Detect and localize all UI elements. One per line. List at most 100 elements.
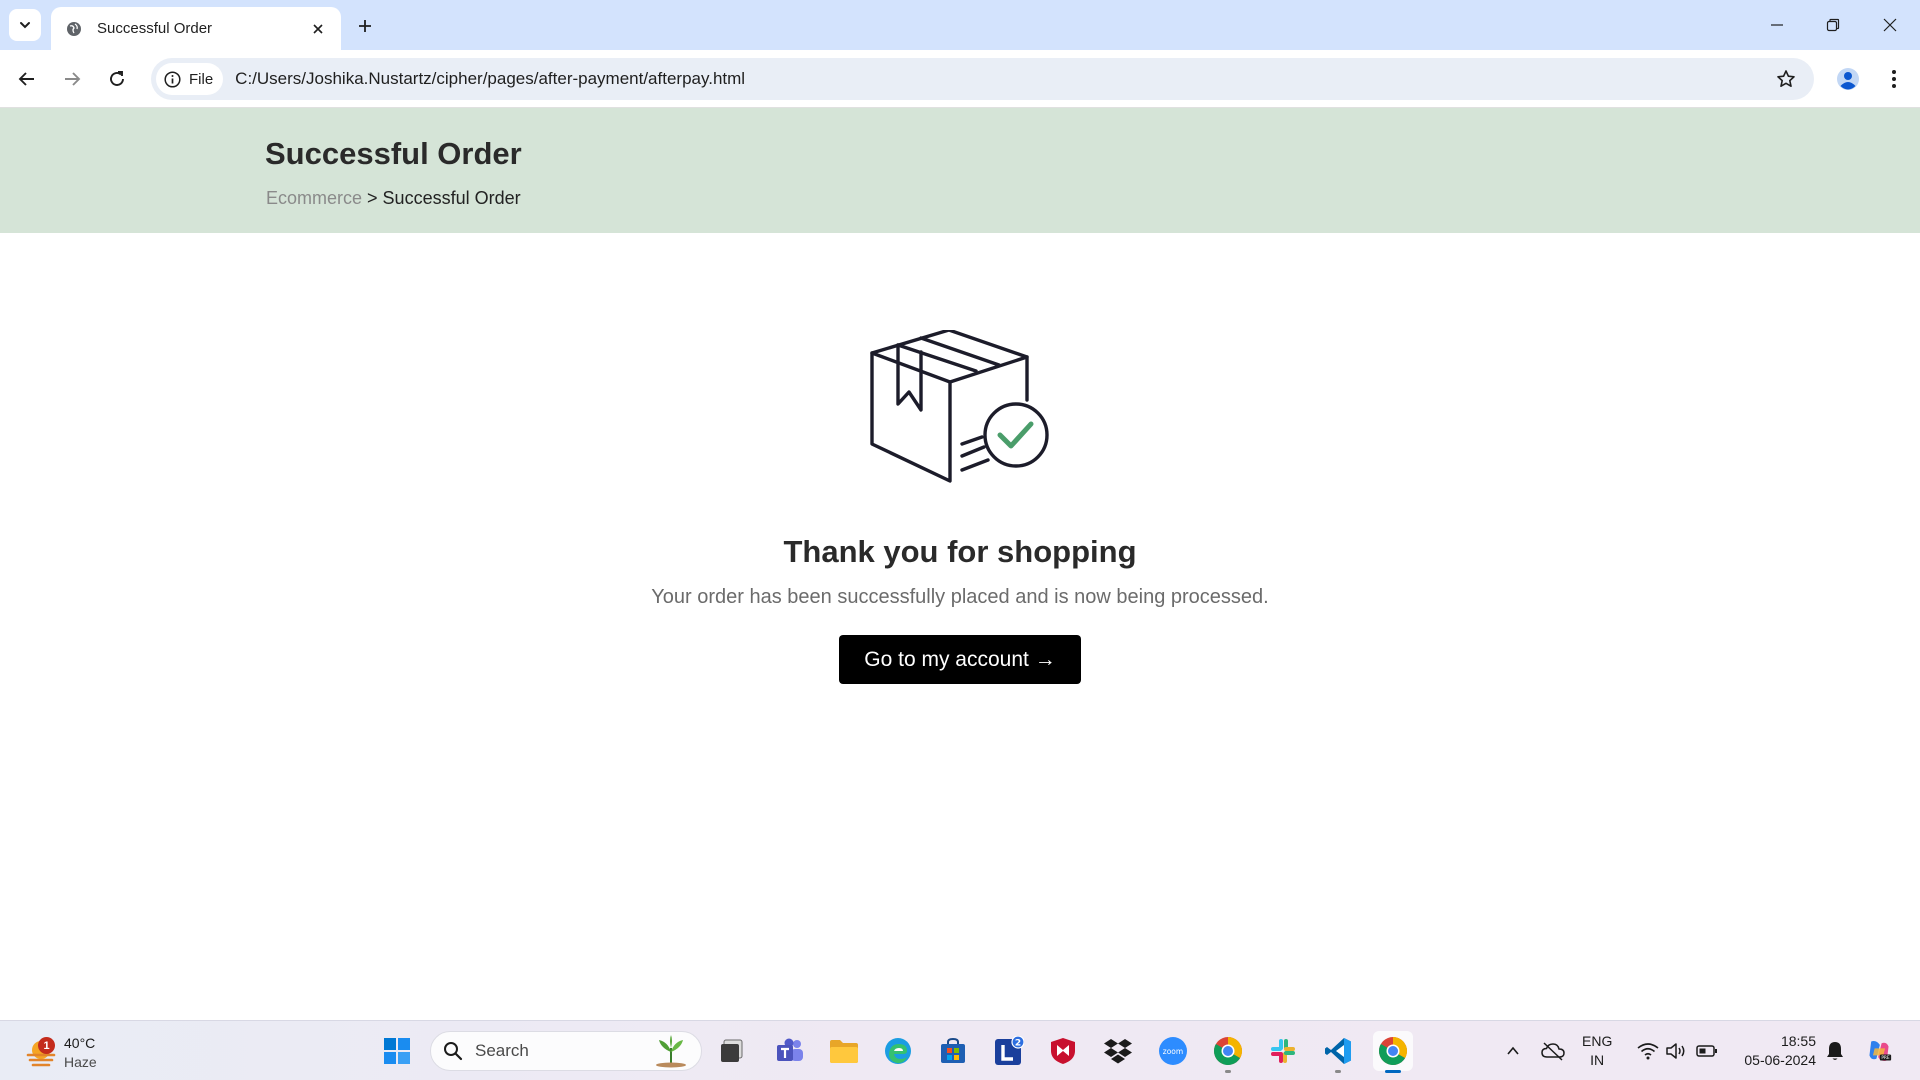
chrome-app-1[interactable] [1208,1031,1248,1073]
chrome-icon [1379,1037,1407,1065]
chevron-down-icon [20,22,30,29]
tab-strip: Successful Order [0,0,1920,50]
wifi-tray[interactable] [1635,1038,1661,1064]
edge-icon [885,1038,911,1064]
dropbox-icon [1104,1039,1132,1064]
thank-you-heading: Thank you for shopping [783,534,1137,569]
l-app-badge: 2 [1015,1039,1021,1049]
weather-widget[interactable]: 1 40°C Haze [22,1029,132,1073]
clock-time: 18:55 [1780,1033,1816,1049]
edge-app[interactable] [878,1031,918,1071]
close-window-button[interactable] [1877,12,1903,38]
plus-icon [359,20,371,32]
running-indicator [1335,1070,1341,1073]
close-icon [1883,18,1897,32]
site-info-chip[interactable]: File [156,63,224,95]
reload-icon [110,71,124,86]
browser-toolbar: File C:/Users/Joshika.Nustartz/cipher/pa… [0,50,1920,108]
mcafee-icon [1051,1038,1075,1064]
taskbar-search[interactable]: Search [430,1031,702,1071]
battery-icon [1696,1045,1717,1057]
address-bar[interactable]: File C:/Users/Joshika.Nustartz/cipher/pa… [151,58,1814,100]
file-stack-icon [721,1039,743,1062]
clock-date: 05-06-2024 [1744,1052,1816,1068]
language-line-2: IN [1590,1052,1605,1068]
teams-app[interactable] [770,1031,810,1071]
search-icon [444,1042,463,1061]
arrow-right-icon [65,72,81,86]
site-chip-label: File [189,70,214,88]
start-button[interactable] [377,1031,417,1071]
taskbar-clock[interactable]: 18:55 05-06-2024 [1736,1032,1816,1070]
weather-description: Haze [64,1054,97,1070]
volume-tray[interactable] [1664,1038,1690,1064]
breadcrumb-current: Successful Order [382,188,521,208]
language-indicator[interactable]: ENG IN [1582,1032,1612,1070]
notifications-button[interactable] [1822,1038,1848,1064]
copilot-icon: PRE [1869,1041,1892,1061]
store-app[interactable] [933,1031,973,1071]
bookmark-star-icon[interactable] [1772,65,1800,93]
url-text[interactable]: C:/Users/Joshika.Nustartz/cipher/pages/a… [235,69,1772,89]
slack-app[interactable] [1263,1031,1303,1071]
file-explorer-app[interactable] [824,1031,864,1071]
copilot-button[interactable]: PRE [1866,1038,1892,1064]
browser-tab[interactable]: Successful Order [51,7,341,50]
file-explorer-icon [830,1040,858,1063]
weather-alert-badge: 1 [38,1037,55,1054]
cloud-offline-icon [1541,1042,1565,1061]
minimize-button[interactable] [1764,12,1790,38]
running-indicator [1225,1070,1231,1073]
file-stack-app[interactable] [712,1031,752,1071]
dropbox-app[interactable] [1098,1031,1138,1071]
zoom-app[interactable]: zoom [1153,1031,1193,1071]
search-label: Search [475,1041,529,1060]
profile-button[interactable] [1833,64,1863,94]
globe-icon [65,20,83,38]
forward-button[interactable] [58,65,86,93]
back-button[interactable] [13,65,41,93]
close-tab-icon[interactable] [309,20,327,38]
weather-temperature: 40°C [64,1035,96,1051]
show-hidden-icons-button[interactable] [1500,1038,1526,1064]
l-app[interactable]: 2 [989,1031,1029,1071]
battery-tray[interactable] [1694,1038,1720,1064]
info-icon [164,70,181,88]
language-line-1: ENG [1582,1033,1613,1049]
l-app-icon: 2 [995,1036,1024,1065]
tab-search-button[interactable] [9,9,41,41]
browser-menu-button[interactable] [1879,64,1909,94]
new-tab-button[interactable] [352,13,378,39]
page-header-banner: Successful Order Ecommerce > Successful Or… [0,108,1920,233]
vscode-app[interactable] [1318,1031,1358,1073]
teams-icon [777,1038,803,1061]
windows-start-icon [384,1038,410,1064]
chevron-up-icon [1507,1046,1519,1055]
order-status-message: Your order has been successfully placed … [651,586,1269,608]
onedrive-tray[interactable] [1540,1038,1566,1064]
plant-highlight-icon [656,1035,686,1068]
page-title: Successful Order [265,136,522,171]
windows-taskbar: 1 40°C Haze Search 2 zoom ENG IN 18:55 0… [0,1020,1920,1080]
chrome-app-2[interactable] [1373,1031,1413,1073]
vscode-icon [1325,1038,1351,1064]
go-to-account-button[interactable]: Go to my account → [839,635,1081,684]
breadcrumb-link-ecommerce[interactable]: Ecommerce [266,188,362,208]
active-indicator [1385,1070,1401,1073]
profile-icon [1837,68,1859,90]
minimize-icon [1771,24,1783,26]
arrow-left-icon [18,72,34,86]
chrome-icon [1214,1037,1242,1065]
restore-button[interactable] [1820,12,1846,38]
breadcrumb: Ecommerce > Successful Order [266,188,521,209]
more-vertical-icon [1892,70,1896,88]
breadcrumb-separator: > [367,188,378,208]
tab-title: Successful Order [97,20,213,37]
store-icon [941,1037,965,1063]
slack-icon [1271,1039,1295,1063]
mcafee-app[interactable] [1043,1031,1083,1071]
wifi-icon [1637,1043,1659,1060]
bell-icon [1827,1042,1843,1060]
svg-text:PRE: PRE [1881,1055,1890,1061]
reload-button[interactable] [103,65,131,93]
